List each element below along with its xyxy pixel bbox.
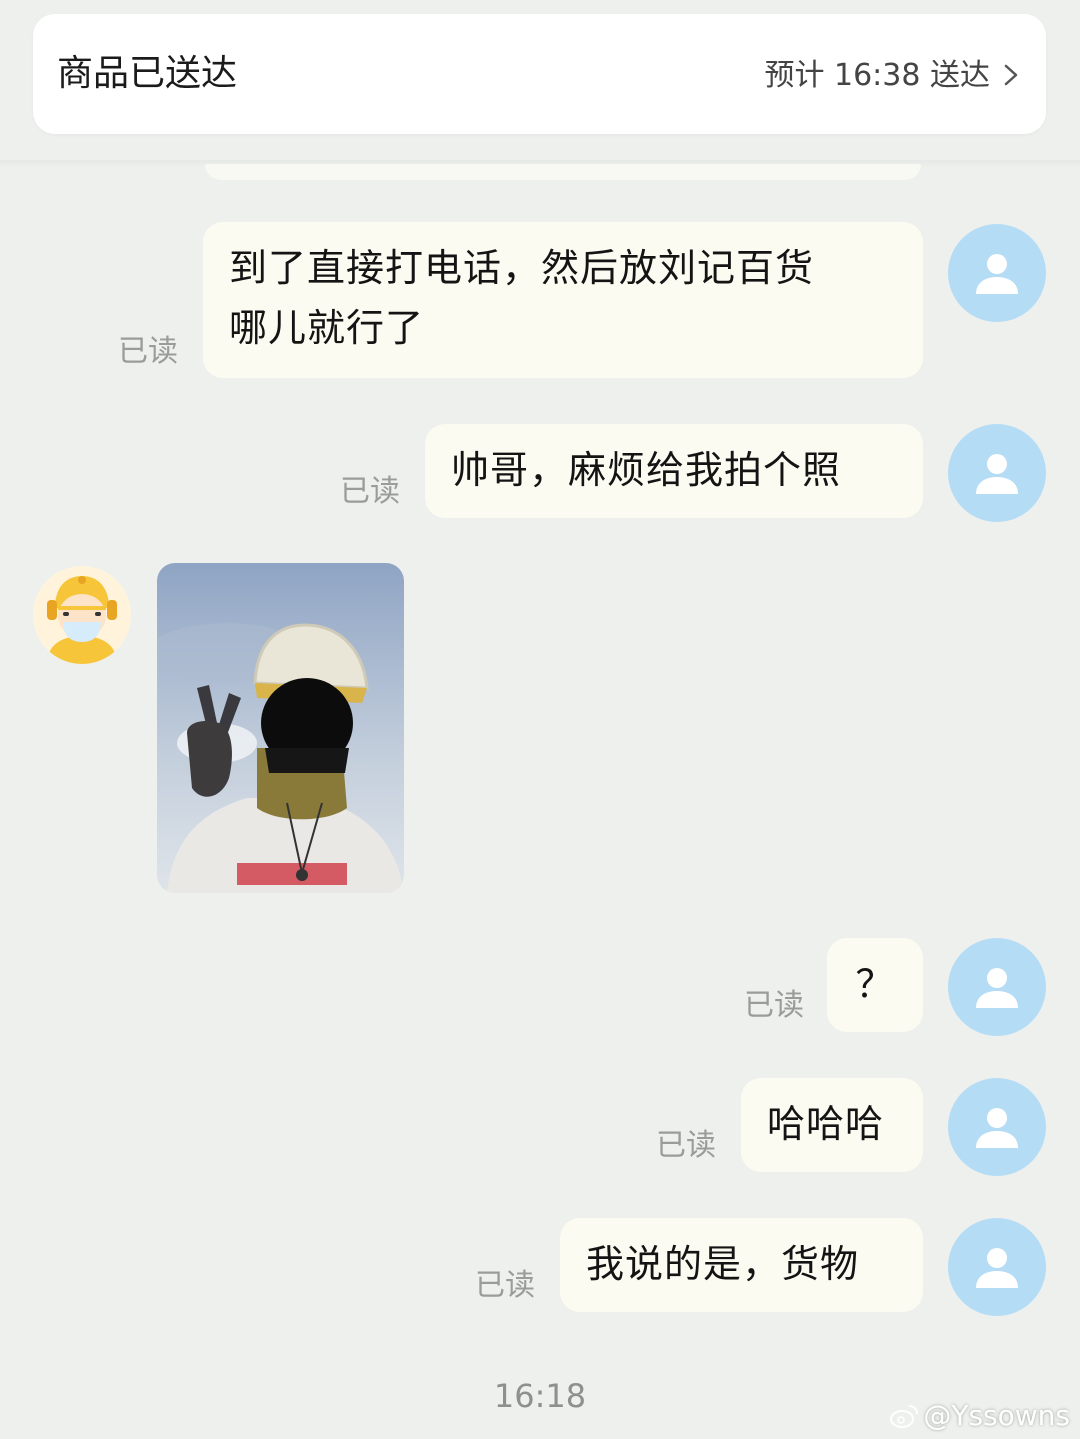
message-bubble[interactable]: 帅哥，麻烦给我拍个照 (425, 424, 923, 518)
user-avatar[interactable] (948, 938, 1046, 1036)
message-bubble[interactable]: 我说的是，货物 (560, 1218, 923, 1312)
courier-avatar-icon (33, 566, 131, 664)
read-receipt: 已读 (744, 988, 804, 1023)
person-icon (976, 968, 1018, 1008)
user-avatar[interactable] (948, 424, 1046, 522)
message-text: 帅哥，麻烦给我拍个照 (451, 448, 842, 492)
courier-photo[interactable] (157, 563, 404, 893)
message-text-line: 到了直接打电话，然后放刘记百货 (229, 246, 815, 290)
user-avatar[interactable] (948, 1218, 1046, 1316)
message-bubble[interactable]: 哈哈哈 (741, 1078, 923, 1172)
status-title: 商品已送达 (57, 53, 238, 94)
message-bubble[interactable]: ？ (827, 938, 923, 1032)
message-text: 哈哈哈 (767, 1102, 885, 1146)
message-text: 我说的是，货物 (586, 1242, 860, 1286)
read-receipt: 已读 (340, 474, 400, 509)
read-receipt: 已读 (475, 1268, 535, 1303)
user-avatar[interactable] (948, 1078, 1046, 1176)
delivery-status-card[interactable]: 商品已送达 预计 16:38 送达 (33, 14, 1046, 134)
watermark-text: @Yssowns (923, 1399, 1070, 1432)
person-icon (976, 1108, 1018, 1148)
watermark: @Yssowns (889, 1398, 1070, 1434)
weibo-icon (890, 1405, 919, 1428)
selfie-image (157, 563, 404, 893)
message-text: ？ (855, 962, 895, 1006)
previous-bubble-edge (205, 164, 921, 180)
message-text-line: 哪儿就行了 (229, 306, 425, 350)
eta-text: 预计 16:38 送达 (764, 58, 990, 93)
person-icon (976, 254, 1018, 294)
courier-avatar[interactable] (33, 566, 131, 664)
user-avatar[interactable] (948, 224, 1046, 322)
chevron-right-icon[interactable] (1000, 64, 1022, 86)
read-receipt: 已读 (118, 334, 178, 369)
person-icon (976, 454, 1018, 494)
message-bubble[interactable]: 到了直接打电话，然后放刘记百货 哪儿就行了 (203, 222, 923, 378)
person-icon (976, 1248, 1018, 1288)
read-receipt: 已读 (656, 1128, 716, 1163)
